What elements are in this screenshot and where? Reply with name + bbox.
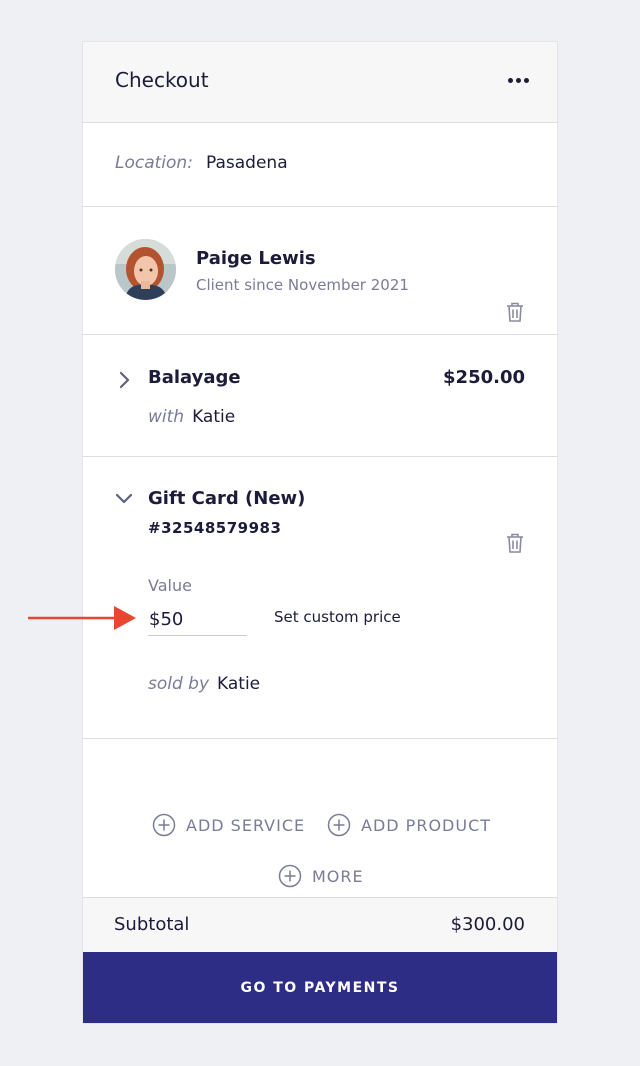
remove-gift-card-trash-icon[interactable]: [504, 531, 526, 555]
service-price: $250.00: [443, 367, 525, 388]
service-staff-row: with Katie: [148, 407, 235, 427]
plus-circle-icon: [278, 864, 302, 888]
plus-circle-icon: [327, 813, 351, 837]
sold-by-staff[interactable]: Katie: [217, 674, 260, 694]
sold-by-row: sold by Katie: [148, 674, 260, 694]
client-name[interactable]: Paige Lewis: [196, 248, 316, 269]
more-options-icon[interactable]: [505, 66, 533, 94]
chevron-right-icon[interactable]: [113, 369, 135, 391]
location-label: Location:: [115, 153, 193, 173]
add-service-button[interactable]: ADD SERVICE: [152, 813, 305, 837]
go-to-payments-button[interactable]: GO TO PAYMENTS: [83, 952, 557, 1023]
more-button[interactable]: MORE: [278, 864, 364, 888]
chevron-down-icon[interactable]: [113, 487, 135, 509]
add-product-button[interactable]: ADD PRODUCT: [327, 813, 491, 837]
checkout-panel: Checkout Location: Pasadena Paige Lewis …: [83, 42, 557, 1023]
gift-card-number: #32548579983: [148, 519, 282, 537]
checkout-header: Checkout: [83, 42, 557, 123]
gift-card-name: Gift Card (New): [148, 488, 306, 509]
page-title: Checkout: [115, 68, 209, 92]
location-value[interactable]: Pasadena: [206, 153, 288, 173]
subtotal-label: Subtotal: [114, 914, 190, 935]
subtotal-row: Subtotal $300.00: [83, 897, 557, 952]
gift-card-value-input[interactable]: [148, 603, 247, 636]
service-name: Balayage: [148, 367, 241, 388]
service-staff[interactable]: Katie: [192, 407, 235, 427]
subtotal-value: $300.00: [450, 914, 525, 935]
annotation-arrow-icon: [28, 606, 136, 630]
more-label: MORE: [312, 866, 364, 886]
sold-by-label: sold by: [148, 674, 210, 694]
client-section: Paige Lewis Client since November 2021: [83, 207, 557, 335]
location-section: Location: Pasadena: [83, 123, 557, 207]
client-since: Client since November 2021: [196, 276, 409, 294]
value-label: Value: [148, 576, 192, 595]
add-product-label: ADD PRODUCT: [361, 815, 492, 835]
avatar: [115, 239, 176, 300]
with-label: with: [148, 407, 185, 427]
gift-card-line-item: Gift Card (New) #32548579983 Value Set c…: [83, 457, 557, 739]
remove-client-trash-icon[interactable]: [504, 300, 526, 324]
add-service-label: ADD SERVICE: [186, 815, 306, 835]
set-custom-price-link[interactable]: Set custom price: [274, 608, 401, 626]
plus-circle-icon: [152, 813, 176, 837]
service-line-item: Balayage $250.00 with Katie: [83, 335, 557, 457]
add-actions-section: ADD SERVICE ADD PRODUCT MORE: [83, 739, 557, 896]
